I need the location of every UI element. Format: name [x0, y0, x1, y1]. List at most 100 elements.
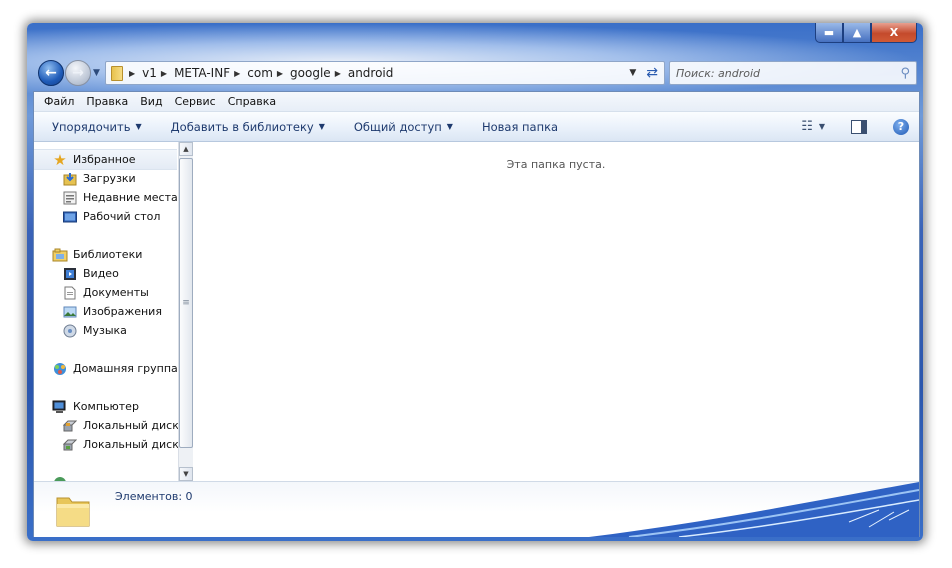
share-label: Общий доступ	[353, 119, 442, 134]
chevron-right-icon[interactable]: ▶	[234, 69, 240, 78]
chevron-right-icon[interactable]: ▶	[335, 69, 341, 78]
nav-local-disk-2-label: Локальный диск	[83, 438, 178, 451]
preview-pane-icon[interactable]	[851, 119, 867, 134]
star-icon: ★	[53, 150, 67, 169]
music-library-icon	[62, 324, 78, 338]
new-folder-label: Новая папка	[481, 119, 559, 134]
downloads-folder-icon	[62, 172, 78, 186]
computer-icon	[52, 400, 68, 414]
breadcrumb-com[interactable]: com	[247, 66, 273, 80]
organize-label: Упорядочить	[52, 119, 131, 134]
address-bar[interactable]: ▶ v1 ▶ META-INF ▶ com ▶ google ▶ android…	[105, 61, 665, 85]
breadcrumb-meta-inf[interactable]: META-INF	[174, 66, 230, 80]
add-to-library-button[interactable]: Добавить в библиотеку ▼	[171, 120, 325, 134]
explorer-window: ▬ ▲ X ← → ▼ ▶ v1 ▶ META-INF ▶ com ▶ goog…	[27, 23, 923, 541]
caption-buttons: ▬ ▲ X	[815, 23, 917, 43]
share-button[interactable]: Общий доступ ▼	[354, 120, 453, 134]
back-arrow-icon: ←	[45, 65, 57, 81]
recent-pages-dropdown[interactable]: ▼	[93, 68, 100, 78]
scroll-down-button[interactable]: ▼	[179, 467, 193, 481]
file-list-area[interactable]: Эта папка пуста.	[193, 142, 919, 481]
search-input[interactable]: Поиск: android ⚲	[669, 61, 917, 85]
refresh-icon[interactable]: ⇄	[646, 65, 658, 81]
nav-documents-label: Документы	[83, 286, 149, 299]
nav-desktop-label: Рабочий стол	[83, 210, 161, 223]
chevron-right-icon[interactable]: ▶	[277, 69, 283, 78]
breadcrumb-google[interactable]: google	[290, 66, 331, 80]
maximize-button[interactable]: ▲	[843, 23, 871, 43]
homegroup-icon	[52, 362, 68, 376]
nav-local-disk-2[interactable]: Локальный диск	[62, 435, 178, 454]
chevron-right-icon[interactable]: ▶	[161, 69, 167, 78]
menu-bar: Файл Правка Вид Сервис Справка	[34, 92, 919, 112]
breadcrumb-v1[interactable]: v1	[142, 66, 157, 80]
nav-local-disk-1[interactable]: Локальный диск	[62, 416, 178, 435]
view-controls: ☷ ▼ ?	[801, 118, 909, 135]
navigation-scrollbar[interactable]: ▲ ≡ ▼	[178, 142, 193, 481]
nav-music-label: Музыка	[83, 324, 127, 337]
local-disk-icon	[62, 438, 78, 452]
chevron-right-icon[interactable]: ▶	[129, 69, 135, 78]
nav-pictures[interactable]: Изображения	[62, 302, 162, 321]
folder-icon	[56, 497, 90, 527]
nav-recent-label: Недавние места	[83, 191, 178, 204]
search-icon[interactable]: ⚲	[900, 66, 910, 81]
scroll-thumb[interactable]: ≡	[179, 158, 193, 448]
back-button[interactable]: ←	[38, 60, 64, 86]
explorer-client-area: Файл Правка Вид Сервис Справка Упорядочи…	[33, 91, 920, 537]
libraries-icon	[52, 248, 68, 262]
nav-documents[interactable]: Документы	[62, 283, 149, 302]
empty-folder-message: Эта папка пуста.	[506, 158, 606, 171]
forward-arrow-icon: →	[72, 65, 84, 81]
local-disk-icon	[62, 419, 78, 433]
nav-computer-label: Компьютер	[73, 400, 139, 413]
minimize-button[interactable]: ▬	[815, 23, 843, 43]
change-view-icon[interactable]: ☷	[801, 119, 813, 134]
address-actions: ▼ ⇄	[629, 65, 658, 81]
nav-music[interactable]: Музыка	[62, 321, 127, 340]
nav-libraries[interactable]: Библиотеки	[52, 245, 142, 264]
menu-tools[interactable]: Сервис	[169, 95, 222, 108]
nav-downloads[interactable]: Загрузки	[62, 169, 136, 188]
scroll-up-button[interactable]: ▲	[179, 142, 193, 156]
nav-local-disk-1-label: Локальный диск	[83, 419, 178, 432]
new-folder-button[interactable]: Новая папка	[482, 120, 558, 134]
navigation-pane: ★ Избранное Загрузки Недавние места Рабо…	[34, 142, 178, 481]
details-pane: Элементов: 0	[34, 481, 919, 537]
dropdown-arrow-icon: ▼	[446, 122, 453, 131]
nav-desktop[interactable]: Рабочий стол	[62, 207, 160, 226]
nav-video-label: Видео	[83, 267, 119, 280]
dropdown-arrow-icon: ▼	[135, 122, 142, 131]
command-bar: Упорядочить ▼ Добавить в библиотеку ▼ Общи…	[34, 112, 919, 142]
dropdown-arrow-icon: ▼	[318, 122, 325, 131]
view-dropdown-icon[interactable]: ▼	[819, 122, 825, 131]
decorative-swoosh	[589, 482, 919, 537]
address-history-dropdown[interactable]: ▼	[629, 68, 636, 78]
menu-edit[interactable]: Правка	[80, 95, 134, 108]
breadcrumb-android[interactable]: android	[348, 66, 394, 80]
menu-file[interactable]: Файл	[34, 95, 80, 108]
desktop-icon	[62, 210, 78, 224]
nav-video[interactable]: Видео	[62, 264, 119, 283]
nav-favorites-label: Избранное	[73, 153, 136, 166]
nav-homegroup-label: Домашняя группа	[73, 362, 178, 375]
nav-computer[interactable]: Компьютер	[52, 397, 139, 416]
nav-network[interactable]	[52, 472, 73, 481]
forward-button[interactable]: →	[65, 60, 91, 86]
search-placeholder: Поиск: android	[676, 66, 761, 80]
navigation-row: ← → ▼ ▶ v1 ▶ META-INF ▶ com ▶ google ▶ a…	[35, 59, 917, 87]
menu-help[interactable]: Справка	[222, 95, 282, 108]
add-to-library-label: Добавить в библиотеку	[170, 119, 314, 134]
nav-downloads-label: Загрузки	[83, 172, 136, 185]
nav-homegroup[interactable]: Домашняя группа	[52, 359, 178, 378]
nav-pictures-label: Изображения	[83, 305, 162, 318]
organize-button[interactable]: Упорядочить ▼	[52, 120, 142, 134]
nav-favorites[interactable]: ★ Избранное	[52, 150, 135, 169]
close-button[interactable]: X	[871, 23, 917, 43]
menu-view[interactable]: Вид	[134, 95, 168, 108]
nav-recent[interactable]: Недавние места	[62, 188, 178, 207]
folder-icon	[111, 65, 123, 81]
recent-places-icon	[62, 191, 78, 205]
help-icon[interactable]: ?	[893, 118, 909, 135]
documents-library-icon	[62, 286, 78, 300]
